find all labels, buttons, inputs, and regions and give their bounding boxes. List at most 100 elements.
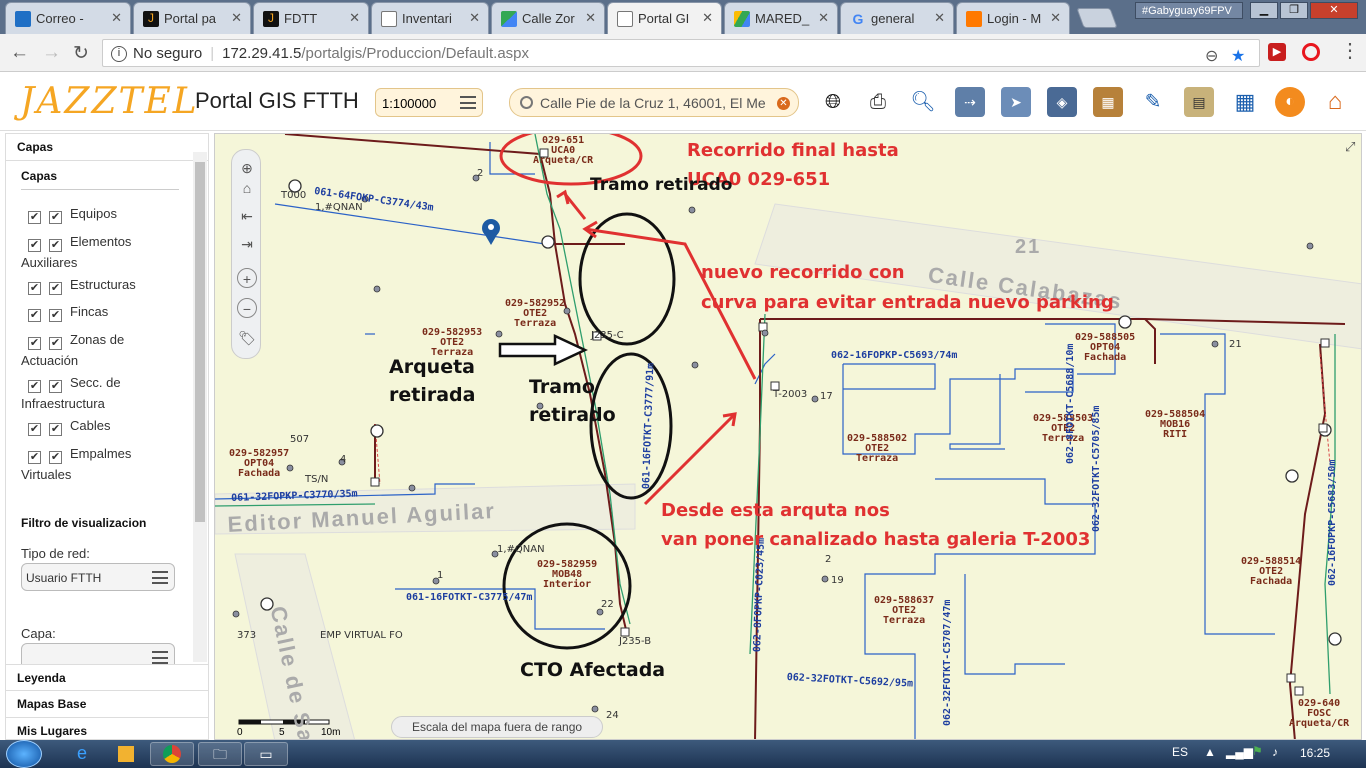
reload-icon[interactable]: ↻ — [73, 42, 89, 65]
building-icon[interactable]: ▦ — [1093, 87, 1123, 117]
cable-label[interactable]: 062-8FOTKT-C5688/10m — [1065, 344, 1076, 464]
user-badge[interactable]: #Gabyguay69FPV — [1135, 2, 1243, 19]
route-icon[interactable]: ➤ — [1001, 87, 1031, 117]
zoom-out-icon[interactable]: − — [237, 298, 257, 318]
network-type-select[interactable]: Usuario FTTH — [21, 563, 175, 591]
tab-fdtt[interactable]: J FDTT ✕ — [253, 2, 369, 34]
previous-extent-icon[interactable]: ⇤ — [237, 206, 257, 226]
close-icon[interactable]: ✕ — [231, 10, 242, 26]
capas-header[interactable]: Capas — [6, 134, 208, 161]
menu-icon[interactable] — [152, 651, 168, 664]
explorer-icon[interactable]: 🗀︎ — [198, 742, 242, 766]
maximize-button[interactable]: ❐ — [1280, 2, 1308, 19]
cable-label[interactable]: 062-16FOPKP-C5683/50m — [1327, 460, 1338, 586]
mis-lugares-header[interactable]: Mis Lugares — [6, 718, 208, 739]
close-icon[interactable]: ✕ — [1050, 10, 1061, 26]
zoom-icon[interactable]: 🔍︎ — [908, 87, 938, 117]
zoom-out-icon[interactable]: ⊖ — [1205, 46, 1218, 66]
checkbox[interactable]: ✔ — [28, 239, 41, 252]
equipment-label[interactable]: 029-582957 OPT04 Fachada — [229, 449, 289, 479]
checkbox[interactable]: ✔ — [28, 380, 41, 393]
equipment-label[interactable]: 029-582952 OTE2 Terraza — [505, 299, 565, 329]
home-icon[interactable]: ⌂ — [237, 178, 257, 198]
clock[interactable]: 16:25 — [1300, 746, 1330, 760]
language-indicator[interactable]: ES — [1172, 745, 1188, 759]
new-tab-button[interactable] — [1076, 8, 1118, 28]
checkbox[interactable]: ✔ — [28, 337, 41, 350]
tab-portal-gis[interactable]: Portal GI ✕ — [607, 2, 722, 34]
expand-icon[interactable]: ⤢ — [1345, 139, 1355, 155]
layer-cables[interactable]: ✔ ✔ Cables — [28, 418, 110, 436]
app-window-icon[interactable]: ▭ — [244, 742, 288, 766]
menu-icon[interactable] — [460, 96, 476, 109]
equipment-label[interactable]: 029-588514 OTE2 Fachada — [1241, 557, 1301, 587]
action-center-icon[interactable]: ⚑ — [1252, 744, 1263, 758]
layer-equipos[interactable]: ✔ ✔ Equipos — [28, 206, 117, 224]
url-input[interactable]: i No seguro | 172.29.41.5/portalgis/Producc… — [102, 39, 1260, 67]
layer-fincas[interactable]: ✔ ✔ Fincas — [28, 304, 108, 322]
outlook-icon[interactable] — [104, 742, 148, 766]
close-icon[interactable]: ✕ — [934, 10, 945, 26]
checkbox[interactable]: ✔ — [28, 309, 41, 322]
cable-label[interactable]: 062-16FOPKP-C5693/74m — [831, 350, 957, 361]
map-view[interactable]: Calle Calabazas Editor Manuel Aguilar Ca… — [214, 133, 1362, 740]
measure-icon[interactable]: ⇢ — [955, 87, 985, 117]
table-icon[interactable]: ▦ — [1230, 87, 1260, 117]
clear-icon[interactable]: ✕ — [777, 97, 790, 110]
equipment-label[interactable]: 029-640 FOSC Arqueta/CR — [1289, 699, 1349, 729]
print-icon[interactable]: ⎙ — [863, 87, 893, 117]
checkbox[interactable]: ✔ — [28, 423, 41, 436]
extension-icon[interactable]: ▶ — [1268, 43, 1286, 61]
cable-label[interactable]: 061-16FOTKT-C3775/47m — [406, 592, 532, 603]
ie-icon[interactable]: e — [60, 742, 104, 766]
equipment-label[interactable]: 029-651 UCA0 Arqueta/CR — [533, 136, 593, 166]
info-icon[interactable]: i — [111, 46, 127, 63]
forward-icon[interactable]: → — [42, 42, 61, 64]
menu-icon[interactable] — [152, 571, 168, 584]
tag-icon[interactable]: 🏷︎ — [237, 328, 257, 348]
signal-icon[interactable]: ▂▄▆ — [1226, 745, 1253, 759]
equipment-label[interactable]: 029-582959 MOB48 Interior — [537, 560, 597, 590]
tray-expand-icon[interactable]: ▲ — [1204, 745, 1216, 759]
menu-icon[interactable]: ⋮ — [1340, 38, 1360, 63]
close-icon[interactable]: ✕ — [111, 10, 122, 26]
checkbox[interactable]: ✔ — [49, 309, 62, 322]
zoom-in-icon[interactable]: + — [237, 268, 257, 288]
close-icon[interactable]: ✕ — [818, 10, 829, 26]
grid-icon[interactable]: ▤ — [1184, 87, 1214, 117]
equipment-label[interactable]: 029-588504 MOB16 RITI — [1145, 410, 1205, 440]
checkbox[interactable]: ✔ — [49, 282, 62, 295]
back-icon[interactable]: ← — [10, 42, 29, 64]
tab-mared[interactable]: MARED_ ✕ — [724, 2, 838, 34]
cable-label[interactable]: 062-32FOTKT-C5705/85m — [1091, 406, 1102, 532]
checkbox[interactable]: ✔ — [49, 451, 62, 464]
tab-correo[interactable]: Correo - ✕ — [5, 2, 131, 34]
tab-general[interactable]: Ggeneral ✕ — [840, 2, 954, 34]
panel-scrollbar[interactable] — [193, 152, 207, 662]
close-icon[interactable]: ✕ — [349, 10, 360, 26]
locate-icon[interactable]: ⊕ — [237, 158, 257, 178]
cable-label[interactable]: 062-32FOTKT-C5707/47m — [942, 600, 953, 726]
equipment-label[interactable]: 029-588637 OTE2 Terraza — [874, 596, 934, 626]
equipment-label[interactable]: 029-588503 OTE2 Terraza — [1033, 414, 1093, 444]
home-icon[interactable]: ⌂ — [1320, 87, 1350, 117]
tab-calle-zor[interactable]: Calle Zor ✕ — [491, 2, 605, 34]
close-icon[interactable]: ✕ — [585, 10, 596, 26]
checkbox[interactable]: ✔ — [49, 380, 62, 393]
bookmark-star-icon[interactable]: ★ — [1231, 46, 1245, 66]
equipment-label[interactable]: 029-588505 OPT04 Fachada — [1075, 333, 1135, 363]
layers-icon[interactable]: ◈ — [1047, 87, 1077, 117]
checkbox[interactable]: ✔ — [28, 282, 41, 295]
address-search-input[interactable]: Calle Pie de la Cruz 1, 46001, El Me ✕ — [509, 88, 799, 117]
globe-icon[interactable]: 🌐︎ — [818, 87, 848, 117]
close-icon[interactable]: ✕ — [469, 10, 480, 26]
tab-portal-pa[interactable]: J Portal pa ✕ — [133, 2, 251, 34]
leyenda-header[interactable]: Leyenda — [6, 664, 208, 691]
layer-zonas[interactable]: ✔ ✔ Zonas de — [28, 332, 124, 350]
mapas-base-header[interactable]: Mapas Base — [6, 691, 208, 718]
checkbox[interactable]: ✔ — [49, 337, 62, 350]
close-window-button[interactable]: ✕ — [1310, 2, 1358, 19]
next-extent-icon[interactable]: ⇥ — [237, 234, 257, 254]
checkbox[interactable]: ✔ — [28, 211, 41, 224]
layer-estructuras[interactable]: ✔ ✔ Estructuras — [28, 277, 136, 295]
